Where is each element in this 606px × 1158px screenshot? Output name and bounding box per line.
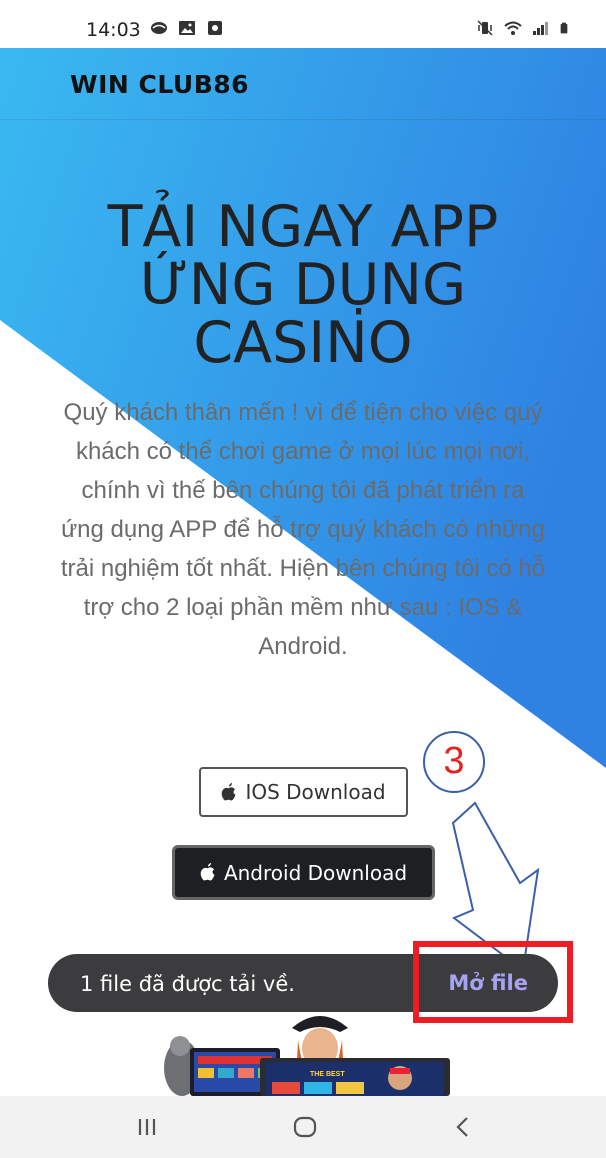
web-page[interactable]: WIN CLUB86 TẢI NGAY APP ỨNG DỤNG CASINO … (0, 48, 606, 1096)
ios-download-button[interactable]: IOS Download (199, 767, 408, 817)
system-navigation-bar (0, 1096, 606, 1158)
signal-icon (533, 22, 548, 35)
gallery-icon (179, 21, 195, 35)
hero-title-line: CASINO (193, 310, 413, 376)
ios-download-label: IOS Download (245, 780, 386, 804)
site-header: WIN CLUB86 (0, 48, 606, 120)
app-notification-icon (208, 21, 222, 35)
battery-icon (560, 22, 568, 34)
system-status-icons (476, 20, 572, 36)
message-icon (151, 22, 167, 34)
recent-apps-icon[interactable] (132, 1112, 162, 1142)
site-logo[interactable]: WIN CLUB86 (70, 70, 249, 99)
hero-title-line: TẢI NGAY APP (107, 194, 499, 260)
promo-illustration: THE BEST (164, 1016, 450, 1096)
wifi-icon (504, 21, 522, 35)
snackbar-message: 1 file đã được tải về. (80, 972, 295, 996)
step-number-annotation: 3 (423, 731, 485, 793)
hero-title: TẢI NGAY APP ỨNG DỤNG CASINO (40, 198, 566, 372)
apple-icon (200, 863, 215, 881)
notification-icons (150, 20, 224, 36)
hero-description: Quý khách thân mến ! vì để tiện cho việc… (60, 399, 546, 660)
hero-title-line: ỨNG DỤNG (139, 252, 467, 318)
status-time: 14:03 (86, 19, 141, 41)
open-file-highlight-annotation (413, 941, 573, 1023)
svg-text:THE BEST: THE BEST (310, 1071, 345, 1078)
home-icon[interactable] (290, 1112, 320, 1142)
mute-vibrate-icon (477, 20, 493, 36)
back-icon[interactable] (448, 1112, 478, 1142)
status-bar: 14:03 (0, 0, 606, 48)
android-download-button[interactable]: Android Download (172, 845, 435, 900)
android-download-label: Android Download (223, 860, 408, 885)
apple-icon (222, 782, 236, 800)
promo-devices-image: THE BEST (160, 1008, 450, 1096)
